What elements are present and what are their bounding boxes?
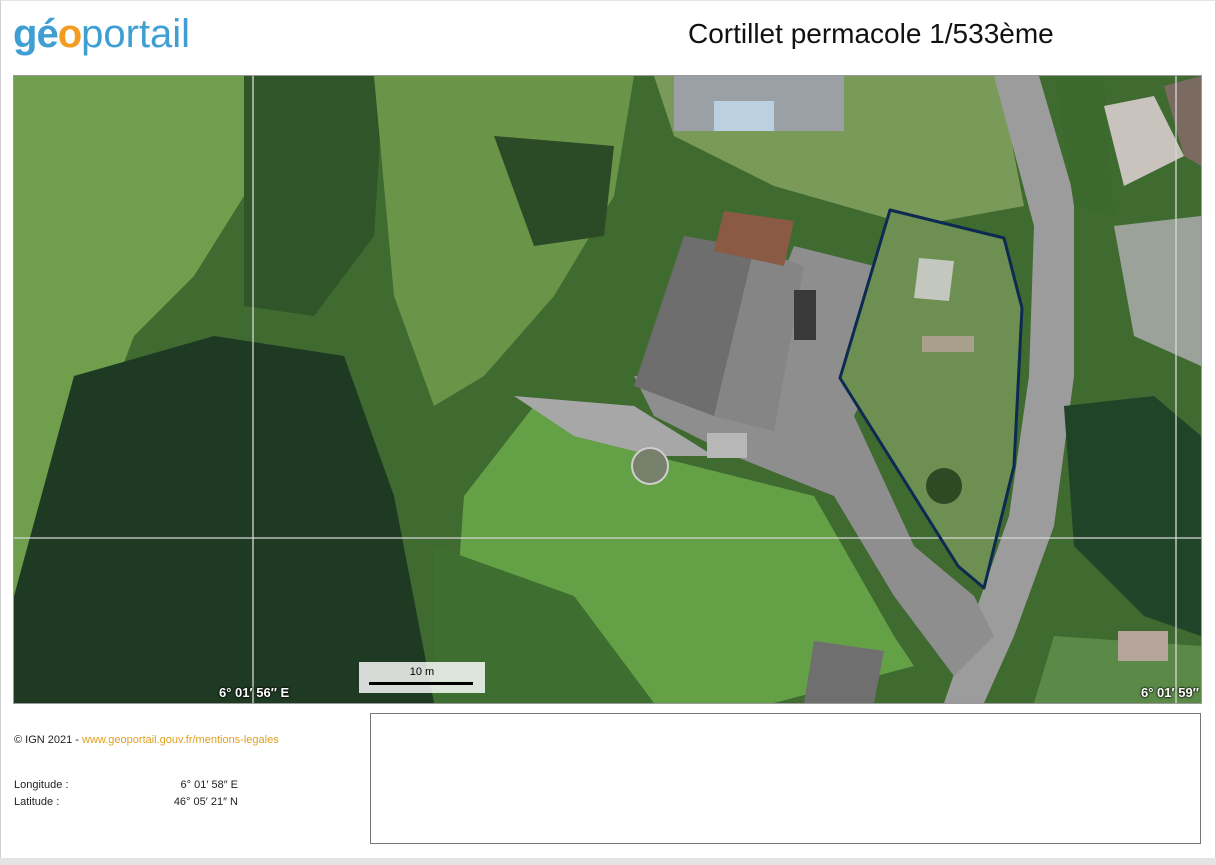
credits: © IGN 2021 - www.geoportail.gouv.fr/ment… (14, 734, 279, 746)
roof-bottom (804, 641, 884, 703)
map-title: Cortillet permacole 1/533ème (688, 18, 1054, 49)
geoportail-logo[interactable]: géoportail (13, 10, 190, 58)
garden-structure (914, 258, 954, 301)
shed (707, 433, 747, 458)
longitude-value: 6° 01′ 58″ E (180, 779, 238, 791)
pool-top (714, 101, 774, 131)
credits-text: © IGN 2021 - (14, 734, 83, 746)
bottom-strip (0, 858, 1216, 865)
house-bottom-right (1118, 631, 1168, 661)
latitude-label: Latitude : (14, 796, 60, 808)
round-pool (631, 447, 669, 485)
parked-car (794, 290, 816, 340)
garden-bed (922, 336, 974, 352)
graticule-label-left: 6° 01′ 56″ E (219, 685, 290, 700)
longitude-label: Longitude : (14, 779, 69, 791)
map-frame[interactable]: 6° 01′ 56″ E 6° 01′ 59″ 10 m (13, 75, 1202, 704)
scale-bar: 10 m (359, 662, 485, 693)
latitude-value: 46° 05′ 21″ N (173, 796, 238, 808)
graticule-label-right: 6° 01′ 59″ (1141, 685, 1199, 700)
scale-line (369, 682, 473, 685)
legal-link[interactable]: www.geoportail.gouv.fr/mentions-legales (82, 734, 279, 746)
notes-box[interactable] (370, 713, 1201, 844)
scale-label: 10 m (409, 666, 435, 678)
aerial-map[interactable] (14, 76, 1201, 703)
parcel-tree (926, 468, 962, 504)
